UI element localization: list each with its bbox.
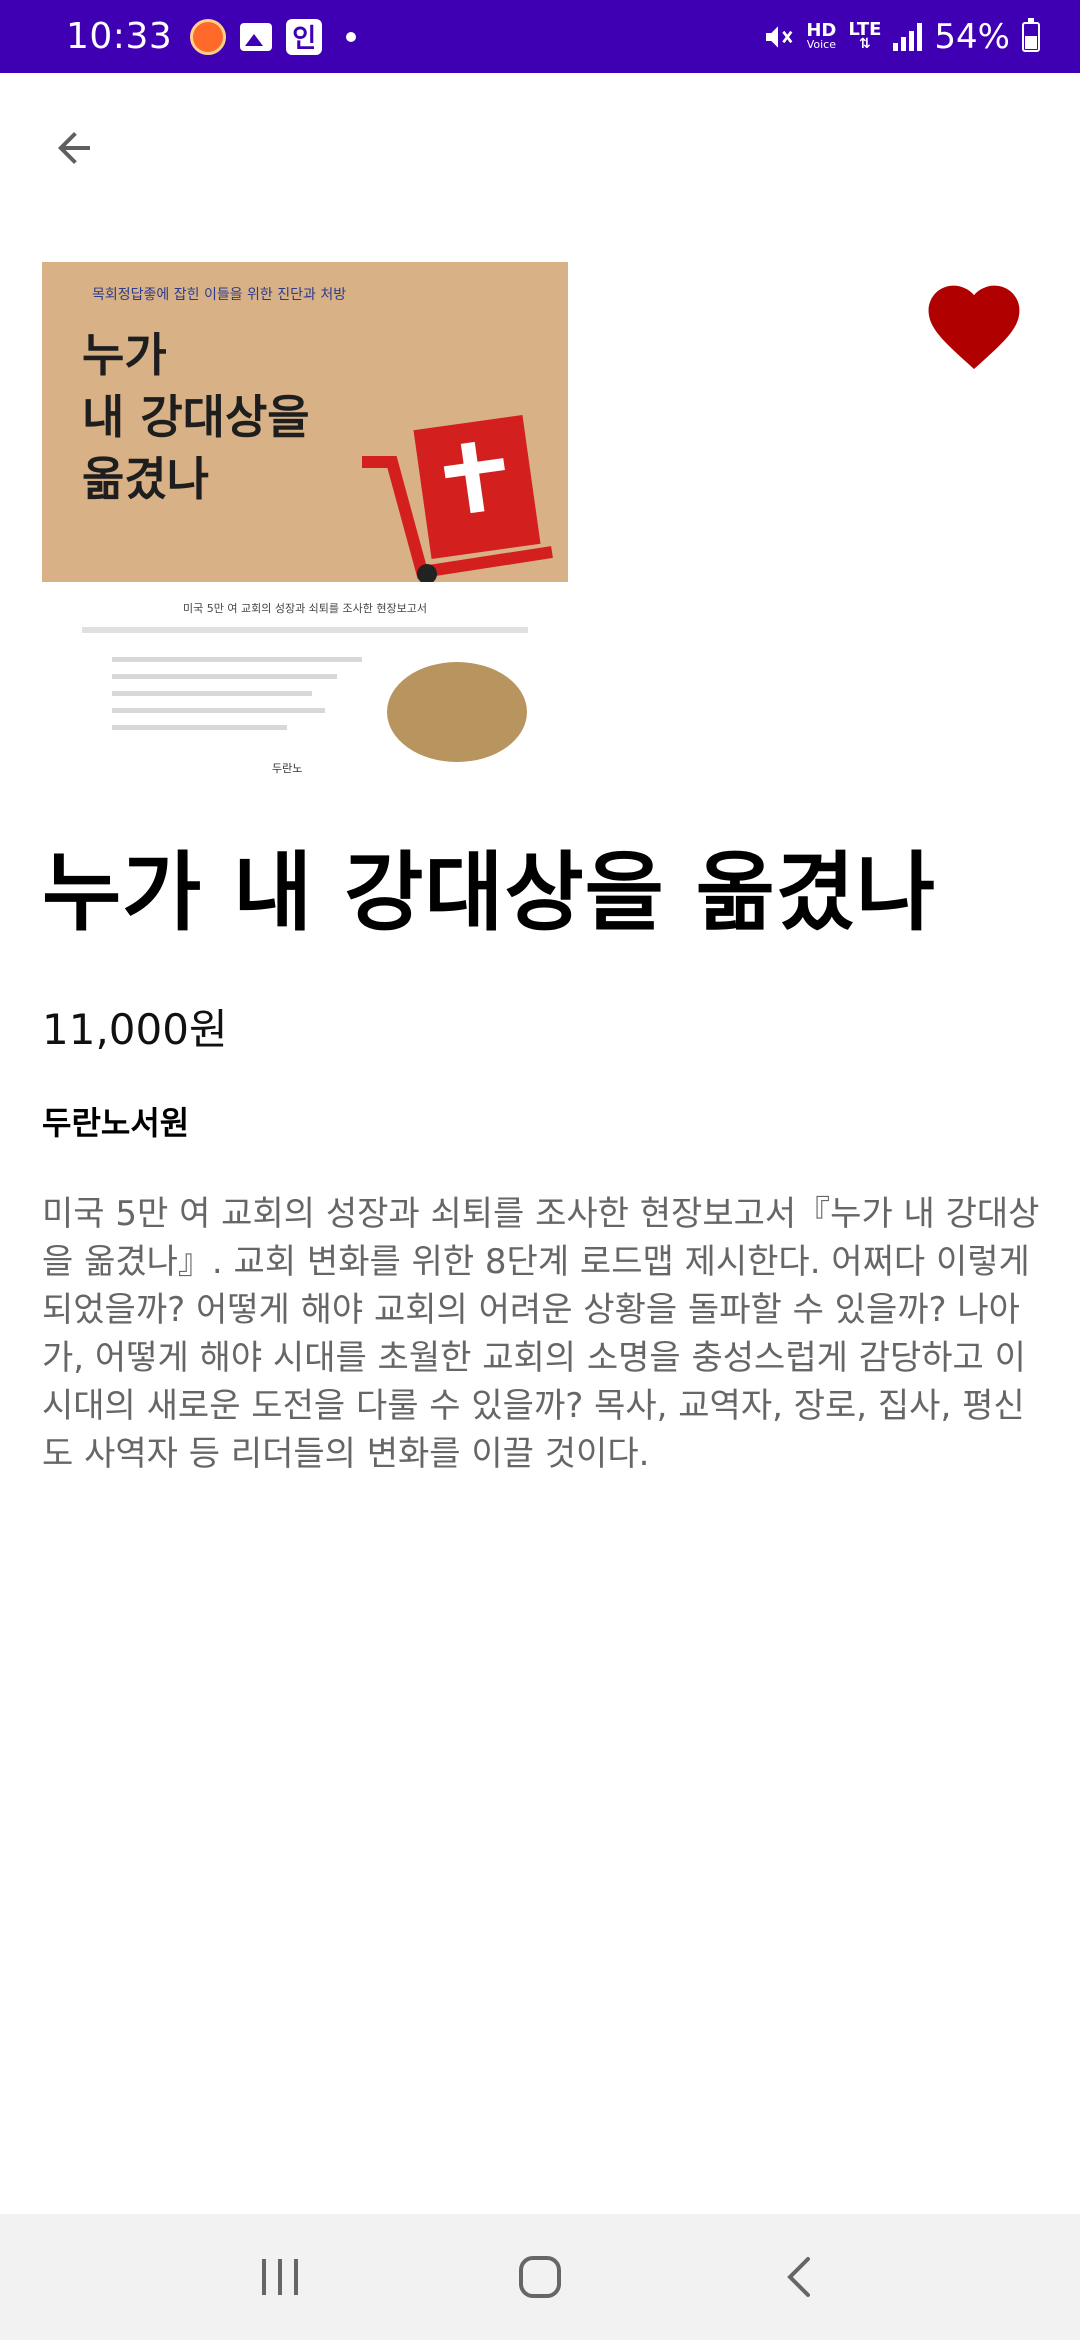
battery-icon: [1022, 17, 1040, 52]
gallery-notification-icon: [240, 22, 273, 51]
home-icon: [519, 2256, 561, 2298]
mute-icon: [766, 25, 793, 48]
book-description: 미국 5만 여 교회의 성장과 쇠퇴를 조사한 현장보고서『누가 내 강대상을 …: [42, 1194, 1040, 1474]
status-right: HD Voice LTE ⇅ 54%: [762, 17, 1040, 57]
system-nav-bar: [0, 2214, 1080, 2340]
home-button[interactable]: [500, 2237, 580, 2317]
book-title: 누가 내 강대상을 옮겼나: [42, 843, 937, 943]
arrow-left-icon: [58, 132, 90, 164]
cover-body-text: [112, 657, 362, 757]
book-publisher: 두란노서원: [42, 1104, 190, 1142]
cover-tagline: 목회정답좋에 잡힌 이들을 위한 진단과 처방: [92, 287, 347, 303]
status-time: 10:33: [66, 16, 173, 57]
back-button[interactable]: [42, 116, 106, 180]
app-notification-icon: [190, 18, 227, 55]
book-cover-image: 목회정답좋에 잡힌 이들을 위한 진단과 처방 누가 내 강대상을 옮겼나 미국…: [42, 262, 568, 788]
status-bar: 10:33 인 HD Voice LTE ⇅ 54%: [0, 0, 1080, 73]
hd-voice-icon: HD Voice: [806, 20, 837, 51]
screen: { "status_bar": { "time": "10:33", "noti…: [0, 0, 1080, 2340]
lte-icon: LTE ⇅: [848, 19, 882, 53]
book-price: 11,000원: [42, 1005, 228, 1054]
cover-top-panel: 목회정답좋에 잡힌 이들을 위한 진단과 처방 누가 내 강대상을 옮겼나: [42, 262, 568, 582]
cover-badge: [387, 662, 527, 762]
recent-apps-icon: [262, 2259, 298, 2295]
notification-icons: 인: [190, 18, 357, 55]
cart-illustration: [362, 414, 553, 582]
recent-apps-button[interactable]: [240, 2237, 320, 2317]
kakao-notification-icon: 인: [286, 18, 323, 55]
heart-icon: [928, 285, 1020, 370]
chevron-left-icon: [787, 2257, 810, 2297]
cover-title: 누가 내 강대상을 옮겼나: [82, 328, 310, 506]
nav-back-button[interactable]: [760, 2237, 840, 2317]
favorite-button[interactable]: [918, 272, 1030, 372]
signal-icon: [893, 22, 923, 51]
cover-subtitle: 미국 5만 여 교회의 성장과 쇠퇴를 조사한 현장보고서: [183, 602, 427, 615]
battery-percent: 54%: [934, 16, 1010, 57]
more-notifications-dot: [346, 31, 357, 42]
cover-publisher: 두란노: [272, 762, 303, 775]
